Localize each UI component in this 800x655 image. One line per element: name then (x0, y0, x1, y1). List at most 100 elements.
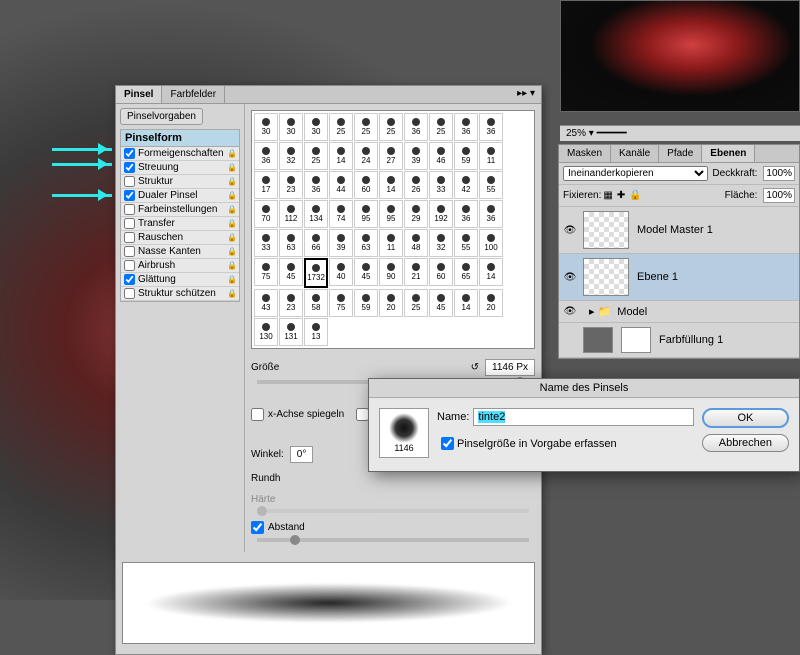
lock-icon[interactable]: 🔒 (227, 191, 237, 201)
option-checkbox[interactable] (124, 162, 135, 173)
reset-icon[interactable]: ↺ (471, 362, 479, 373)
spacing-checkbox[interactable] (251, 521, 264, 534)
lock-icon[interactable]: 🔒 (227, 219, 237, 229)
fill-field[interactable]: 100% (763, 188, 795, 203)
folder-icon[interactable]: ▸ 📁 (589, 305, 611, 318)
tab-masks[interactable]: Masken (559, 145, 611, 162)
layer-row[interactable]: 👁Model Master 1 (559, 207, 799, 254)
brush-tip-cell[interactable]: 131 (279, 318, 303, 346)
opacity-field[interactable]: 100% (763, 166, 795, 181)
brush-option[interactable]: Formeigenschaften🔒 (121, 147, 239, 161)
brush-tip-cell[interactable]: 30 (304, 113, 328, 141)
tab-swatches[interactable]: Farbfelder (162, 86, 225, 103)
brush-option[interactable]: Glättung🔒 (121, 273, 239, 287)
brush-tip-cell[interactable]: 58 (304, 289, 328, 317)
brush-tip-cell[interactable]: 21 (404, 258, 428, 286)
brush-tip-cell[interactable]: 30 (254, 113, 278, 141)
brush-tip-cell[interactable]: 36 (404, 113, 428, 141)
tab-channels[interactable]: Kanäle (611, 145, 659, 162)
lock-position-icon[interactable]: ✚ (617, 190, 625, 201)
brush-tip-grid[interactable]: 3030302525253625363636322514242739465911… (251, 110, 535, 349)
brush-tip-cell[interactable]: 112 (279, 200, 303, 228)
layer-name[interactable]: Farbfüllung 1 (659, 334, 723, 346)
brush-tip-cell[interactable]: 55 (479, 171, 503, 199)
brush-tip-cell[interactable]: 26 (404, 171, 428, 199)
lock-icon[interactable]: 🔒 (227, 177, 237, 187)
brush-tip-cell[interactable]: 23 (279, 289, 303, 317)
option-checkbox[interactable] (124, 288, 135, 299)
option-checkbox[interactable] (124, 274, 135, 285)
brush-tip-cell[interactable]: 14 (454, 289, 478, 317)
brush-tip-cell[interactable]: 45 (354, 258, 378, 286)
brush-tip-cell[interactable]: 65 (454, 258, 478, 286)
lock-icon[interactable]: 🔒 (227, 261, 237, 271)
brush-tip-cell[interactable]: 46 (429, 142, 453, 170)
brush-tip-cell[interactable]: 36 (454, 113, 478, 141)
brush-tip-cell[interactable]: 14 (479, 258, 503, 286)
brush-tip-cell[interactable]: 48 (404, 229, 428, 257)
brush-tip-cell[interactable]: 42 (454, 171, 478, 199)
tab-paths[interactable]: Pfade (659, 145, 702, 162)
brush-tip-cell[interactable]: 25 (379, 113, 403, 141)
brush-tip-cell[interactable]: 130 (254, 318, 278, 346)
option-checkbox[interactable] (124, 218, 135, 229)
brush-tip-cell[interactable]: 32 (429, 229, 453, 257)
brush-option[interactable]: Nasse Kanten🔒 (121, 245, 239, 259)
brush-tip-cell[interactable]: 27 (379, 142, 403, 170)
brush-tip-cell[interactable]: 25 (329, 113, 353, 141)
blend-mode-select[interactable]: Ineinanderkopieren (563, 166, 708, 181)
brush-tip-cell[interactable]: 20 (479, 289, 503, 317)
layer-row[interactable]: 👁Ebene 1 (559, 254, 799, 301)
brush-option[interactable]: Farbeinstellungen🔒 (121, 203, 239, 217)
brush-tip-cell[interactable]: 14 (379, 171, 403, 199)
brush-option[interactable]: Rauschen🔒 (121, 231, 239, 245)
brush-tip-cell[interactable]: 30 (279, 113, 303, 141)
visibility-icon[interactable]: 👁 (563, 272, 577, 283)
brush-tip-cell[interactable]: 134 (304, 200, 328, 228)
lock-all-icon[interactable]: 🔒 (629, 190, 641, 201)
lock-icon[interactable]: 🔒 (227, 275, 237, 285)
brush-tip-cell[interactable]: 25 (304, 142, 328, 170)
layer-group-row[interactable]: 👁▸ 📁Model (559, 301, 799, 323)
option-checkbox[interactable] (124, 246, 135, 257)
brush-option[interactable]: Transfer🔒 (121, 217, 239, 231)
lock-icon[interactable]: 🔒 (227, 289, 237, 299)
brush-tip-cell[interactable]: 32 (279, 142, 303, 170)
brush-tip-cell[interactable]: 33 (429, 171, 453, 199)
brush-tip-cell[interactable]: 63 (279, 229, 303, 257)
option-checkbox[interactable] (124, 204, 135, 215)
brush-tip-cell[interactable]: 43 (254, 289, 278, 317)
brush-tip-cell[interactable]: 33 (254, 229, 278, 257)
lock-icon[interactable]: 🔒 (227, 247, 237, 257)
lock-icon[interactable]: 🔒 (227, 149, 237, 159)
option-checkbox[interactable] (124, 260, 135, 271)
panel-menu-icon[interactable]: ▸▸ ▾ (511, 86, 541, 103)
tab-layers[interactable]: Ebenen (702, 145, 755, 162)
brush-tip-cell[interactable]: 36 (454, 200, 478, 228)
option-checkbox[interactable] (124, 176, 135, 187)
brush-option[interactable]: Struktur🔒 (121, 175, 239, 189)
brush-tip-cell[interactable]: 70 (254, 200, 278, 228)
angle-field[interactable]: 0° (290, 446, 314, 463)
brush-tip-cell[interactable]: 59 (454, 142, 478, 170)
brush-tip-cell[interactable]: 29 (404, 200, 428, 228)
brush-tip-cell[interactable]: 11 (479, 142, 503, 170)
brush-tip-cell[interactable]: 36 (254, 142, 278, 170)
brush-tip-cell[interactable]: 75 (254, 258, 278, 286)
brush-option[interactable]: Airbrush🔒 (121, 259, 239, 273)
brush-tip-cell[interactable]: 36 (304, 171, 328, 199)
brush-tip-cell[interactable]: 74 (329, 200, 353, 228)
brush-tip-cell[interactable]: 59 (354, 289, 378, 317)
visibility-icon[interactable]: 👁 (563, 225, 577, 236)
tab-brush[interactable]: Pinsel (116, 86, 162, 103)
capture-size-checkbox[interactable] (441, 437, 454, 450)
zoom-value[interactable]: 25% (566, 128, 586, 139)
spacing-slider[interactable] (257, 538, 529, 542)
option-checkbox[interactable] (124, 232, 135, 243)
brush-tip-cell[interactable]: 39 (404, 142, 428, 170)
brush-tip-cell[interactable]: 45 (279, 258, 303, 286)
flip-x-checkbox[interactable] (251, 408, 264, 421)
brush-tip-cell[interactable]: 36 (479, 113, 503, 141)
brush-tip-cell[interactable]: 44 (329, 171, 353, 199)
size-field[interactable]: 1146 Px (485, 359, 535, 376)
